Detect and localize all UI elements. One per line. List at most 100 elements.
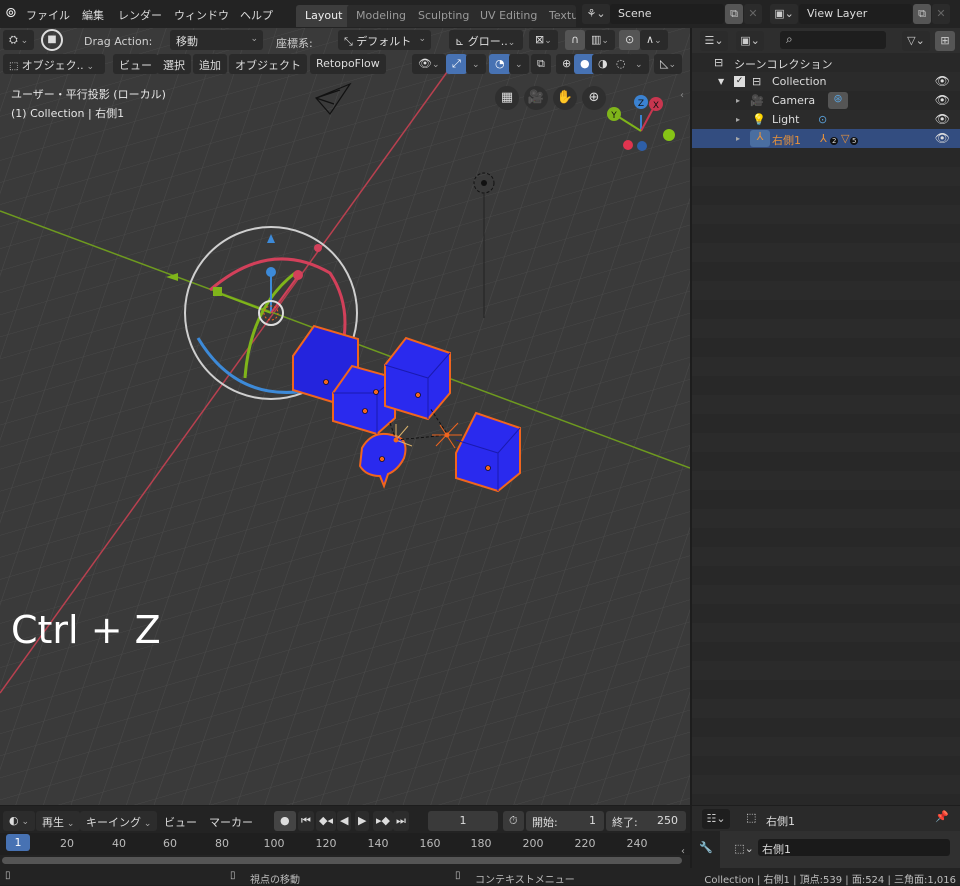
move-tool-icon[interactable]: ■ [41,29,63,51]
tool-settings-icon[interactable]: ⛭ ⌄ [3,30,35,50]
menu-view[interactable]: ビュー [113,54,158,74]
playhead[interactable]: 1 [6,834,30,851]
xray-toggle-icon[interactable]: ⧉ [531,54,551,74]
tab-modeling[interactable]: Modeling [347,5,416,27]
delete-view-layer-icon[interactable]: ✕ [932,4,950,24]
tool-settings-tab-icon[interactable]: 🔧 [699,841,713,854]
tab-uv-editing[interactable]: UV Editing [471,5,547,27]
camera-data-icon[interactable]: ⊛ [828,92,848,109]
new-collection-icon[interactable]: ⊞ [935,31,955,51]
pan-hand-icon[interactable]: ✋ [553,86,577,110]
menu-retopoflow[interactable]: RetopoFlow [310,54,386,74]
menu-timeline-view[interactable]: ビュー [158,811,203,831]
scene-selector-icon[interactable]: ⚘⌄ [582,4,610,24]
menu-keying[interactable]: キーイング ⌄ [80,811,158,831]
shading-dropdown-icon[interactable]: ⌄ [629,54,649,74]
camera-view-icon[interactable]: 🎥 [524,86,548,110]
expand-arrow-icon[interactable]: ▸ [736,134,740,143]
tab-texture[interactable]: Textu [540,5,576,27]
pivot-dropdown[interactable]: ⤡ デフォルト ⌄ [338,30,431,50]
menu-object[interactable]: オブジェクト [229,54,307,74]
mesh-data-icon[interactable]: ▽ [841,132,849,145]
jump-end-icon[interactable]: ⏭ [393,811,409,831]
zoom-icon[interactable]: ⊕ [582,86,606,110]
menu-marker[interactable]: マーカー [203,811,259,831]
play-reverse-icon[interactable]: ◀ [337,811,352,831]
gizmo-neg-x[interactable] [623,140,633,150]
expand-arrow-icon[interactable]: ▸ [736,115,740,124]
object-name-field[interactable]: 右側1 [758,839,950,856]
new-scene-icon[interactable]: ⧉ [725,4,743,24]
menu-window[interactable]: ウィンドウ [174,7,229,23]
light-visibility-eye-icon[interactable]: 👁 [935,112,950,126]
overlay-toggle-icon[interactable]: ◔ [489,54,511,74]
menu-render[interactable]: レンダー [118,7,162,23]
armature-visibility-eye-icon[interactable]: 👁 [935,131,950,145]
outliner-row-scene-collection[interactable]: ⊟ シーンコレクション [692,53,960,72]
light-data-icon[interactable]: ⊙ [818,113,827,126]
scene-field[interactable]: Scene [610,4,724,24]
outliner-row-armature[interactable]: ▸ ⅄ 右側1 ⅄ 2 ▽ 5 👁 [692,129,960,148]
preview-range-icon[interactable]: ⏱ [503,811,524,831]
snap-toggle-icon[interactable]: ∩ [565,30,586,50]
timeline-sidebar-toggle-icon[interactable]: ‹ [681,846,685,857]
filter-view-icon[interactable]: ▣⌄ [736,31,764,51]
object-type-icon[interactable]: ⬚⌄ [730,839,758,859]
drag-action-dropdown[interactable]: 移動 ⌄ [170,30,263,50]
play-icon[interactable]: ▶ [355,811,370,831]
outliner-search-input[interactable]: ⌕ [780,31,886,49]
gizmo-toggle-icon[interactable]: ⤢ [446,54,467,74]
editor-options-icon[interactable]: ◺⌄ [654,54,683,74]
menu-select[interactable]: 選択 [157,54,191,74]
display-mode-icon[interactable]: ☰⌄ [700,31,728,51]
view-layer-field[interactable]: View Layer [799,4,912,24]
overlay-dropdown-icon[interactable]: ⌄ [509,54,529,74]
menu-playback[interactable]: 再生 ⌄ [36,811,81,831]
menu-file[interactable]: ファイル [26,7,70,23]
outliner-row-light[interactable]: ▸ 💡 Light ⊙ 👁 [692,110,960,129]
pivot-point-icon[interactable]: ⊠⌄ [529,30,558,50]
outliner-row-camera[interactable]: ▸ 🎥 Camera ⊛ 👁 [692,91,960,110]
record-icon[interactable]: ● [274,811,296,831]
tab-sculpting[interactable]: Sculpting [409,5,479,27]
start-frame-field[interactable]: 開始: 1 [526,811,604,831]
proportional-edit-icon[interactable]: ⊙ [619,30,641,50]
end-frame-field[interactable]: 終了: 250 [606,811,686,831]
view-layer-selector-icon[interactable]: ▣⌄ [770,4,798,24]
delete-scene-icon[interactable]: ✕ [744,4,762,24]
tab-layout[interactable]: Layout [296,5,352,27]
pin-icon[interactable]: 📌 [935,810,949,823]
transform-orientation-dropdown[interactable]: ⊾ グロー..⌄ [449,30,523,50]
ruler-tick: 20 [60,837,74,850]
collection-visibility-eye-icon[interactable]: 👁 [935,74,950,88]
menu-help[interactable]: ヘルプ [240,7,273,23]
gizmo-dropdown-icon[interactable]: ⌄ [466,54,486,74]
sidebar-toggle-icon[interactable]: ‹ [680,90,684,101]
outliner-row-collection[interactable]: ▼ ✓ ⊟ Collection 👁 [692,72,960,91]
next-keyframe-icon[interactable]: ▸◆ [373,811,393,831]
blender-logo-icon[interactable]: ⊚ [5,5,17,21]
gizmo-neg-z[interactable] [637,141,647,151]
expand-arrow-icon[interactable]: ▼ [718,77,724,86]
falloff-icon[interactable]: ∧⌄ [640,30,668,50]
3d-viewport[interactable]: Z X Y ⛭ ⌄ ■ Drag Action: 移動 ⌄ 座標系: ⤡ デフォル… [0,28,690,805]
mode-dropdown[interactable]: ⬚ オブジェク.. ⌄ [3,54,105,74]
menu-add[interactable]: 追加 [193,54,227,74]
snap-target-icon[interactable]: ▥⌄ [585,30,615,50]
timeline-scrollbar[interactable] [2,857,682,864]
current-frame-field[interactable]: 1 [428,811,498,831]
filter-icon[interactable]: ▽⌄ [902,31,930,51]
prev-keyframe-icon[interactable]: ◆◂ [316,811,336,831]
new-view-layer-icon[interactable]: ⧉ [913,4,931,24]
expand-arrow-icon[interactable]: ▸ [736,96,740,105]
collection-checkbox[interactable]: ✓ [734,76,745,87]
jump-start-icon[interactable]: ⏮ [298,811,314,831]
properties-editor-icon[interactable]: ☷⌄ [702,809,730,829]
grid-view-icon[interactable]: ▦ [495,86,519,110]
gizmo-neg-y[interactable] [663,129,675,141]
editor-type-icon[interactable]: ◐ ⌄ [3,811,36,831]
armature-data-icon[interactable]: ⅄ [820,132,827,145]
visibility-icon[interactable]: 👁⌄ [412,54,446,74]
menu-edit[interactable]: 編集 [82,7,104,23]
camera-visibility-eye-icon[interactable]: 👁 [935,93,950,107]
